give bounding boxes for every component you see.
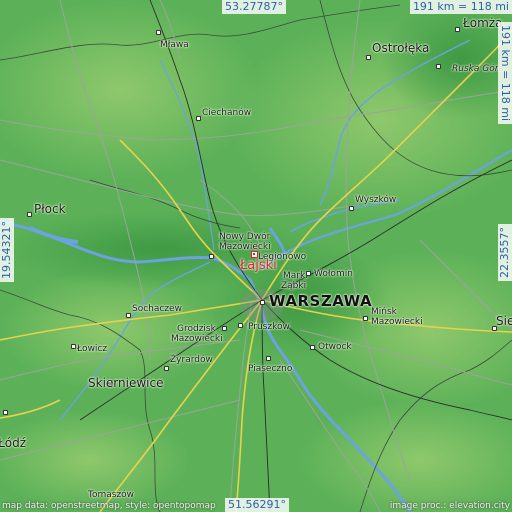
- place-grodzisk-line1[interactable]: Grodzisk: [177, 324, 216, 334]
- place-pruszkow[interactable]: Pruszków: [248, 322, 290, 332]
- piaseczno-marker[interactable]: [266, 356, 271, 361]
- warszawa-marker[interactable]: [260, 300, 265, 305]
- place-siedlce[interactable]: Siedlce: [496, 315, 512, 327]
- minsk-marker[interactable]: [363, 316, 368, 321]
- place-otwock[interactable]: Otwock: [318, 342, 352, 352]
- pruszkow-marker[interactable]: [238, 323, 243, 328]
- place-nowy-dwor-line1[interactable]: Nowy Dwór: [219, 232, 270, 242]
- ruska-gora-marker: [436, 64, 441, 69]
- wyszkow-marker[interactable]: [349, 206, 354, 211]
- place-ciechanow[interactable]: Ciechanów: [202, 108, 251, 118]
- attribution-map-data: map data: openstreetmap, style: opentopo…: [2, 501, 216, 511]
- lodz-marker: [3, 410, 8, 415]
- place-minsk-line1[interactable]: Mińsk: [371, 307, 397, 317]
- sochaczew-marker[interactable]: [126, 313, 131, 318]
- map-view[interactable]: Łomża Mława Ostrołęka Ruska Góra Ciechan…: [0, 0, 512, 512]
- otwock-marker[interactable]: [310, 345, 315, 350]
- nowy-dwor-marker[interactable]: [209, 254, 214, 259]
- place-wolomin[interactable]: Wołomin: [314, 269, 353, 279]
- place-marki[interactable]: Marki: [283, 271, 308, 281]
- scale-horizontal: 191 km = 118 mi: [409, 0, 512, 14]
- place-plock[interactable]: Płock: [34, 203, 66, 215]
- place-lodz[interactable]: Łódź: [0, 437, 26, 449]
- place-piaseczno[interactable]: Piaseczno: [248, 364, 292, 374]
- coord-left-label: 19.54321°: [0, 218, 14, 282]
- lomza-marker[interactable]: [455, 27, 460, 32]
- coord-right-label: 22.3557°: [498, 224, 512, 281]
- coord-bottom-label: 51.56291°: [225, 498, 289, 512]
- scale-vertical: 191 km = 118 mi: [498, 22, 512, 125]
- place-zyrardow[interactable]: Żyrardów: [170, 355, 213, 365]
- place-sochaczew[interactable]: Sochaczew: [132, 304, 182, 314]
- coord-top-label: 53.27787°: [222, 0, 286, 14]
- highlight-place-marker[interactable]: [251, 251, 258, 258]
- zyrardow-marker[interactable]: [164, 366, 169, 371]
- place-warszawa[interactable]: WARSZAWA: [269, 294, 372, 309]
- place-tomaszow[interactable]: Tomaszów: [88, 490, 134, 500]
- attribution-image-proc: image proc.: elevation.city: [389, 501, 510, 511]
- place-nowy-dwor-line2[interactable]: Mazowiecki: [219, 242, 271, 252]
- place-zabki[interactable]: Ząbki: [281, 281, 306, 291]
- place-skierniewice[interactable]: Skierniewice: [88, 377, 163, 389]
- lowicz-marker[interactable]: [71, 344, 76, 349]
- place-ruska-gora[interactable]: Ruska Góra: [452, 64, 504, 75]
- place-wyszkow[interactable]: Wyszków: [355, 195, 396, 205]
- ciechanow-marker[interactable]: [196, 116, 201, 121]
- place-minsk-line2[interactable]: Mazowiecki: [371, 317, 423, 327]
- wolomin-marker[interactable]: [306, 271, 311, 276]
- ostroleka-marker[interactable]: [366, 55, 371, 60]
- place-lomza[interactable]: Łomża: [463, 17, 502, 29]
- place-lowicz[interactable]: Łowicz: [77, 344, 107, 354]
- grodzisk-marker[interactable]: [222, 326, 227, 331]
- place-ostroleka[interactable]: Ostrołęka: [372, 42, 429, 54]
- highlight-place-label[interactable]: Łajski: [240, 259, 277, 272]
- mlawa-marker[interactable]: [156, 30, 161, 35]
- place-mlawa[interactable]: Mława: [160, 40, 189, 50]
- plock-marker[interactable]: [27, 212, 32, 217]
- place-grodzisk-line2[interactable]: Mazowiecki: [171, 334, 223, 344]
